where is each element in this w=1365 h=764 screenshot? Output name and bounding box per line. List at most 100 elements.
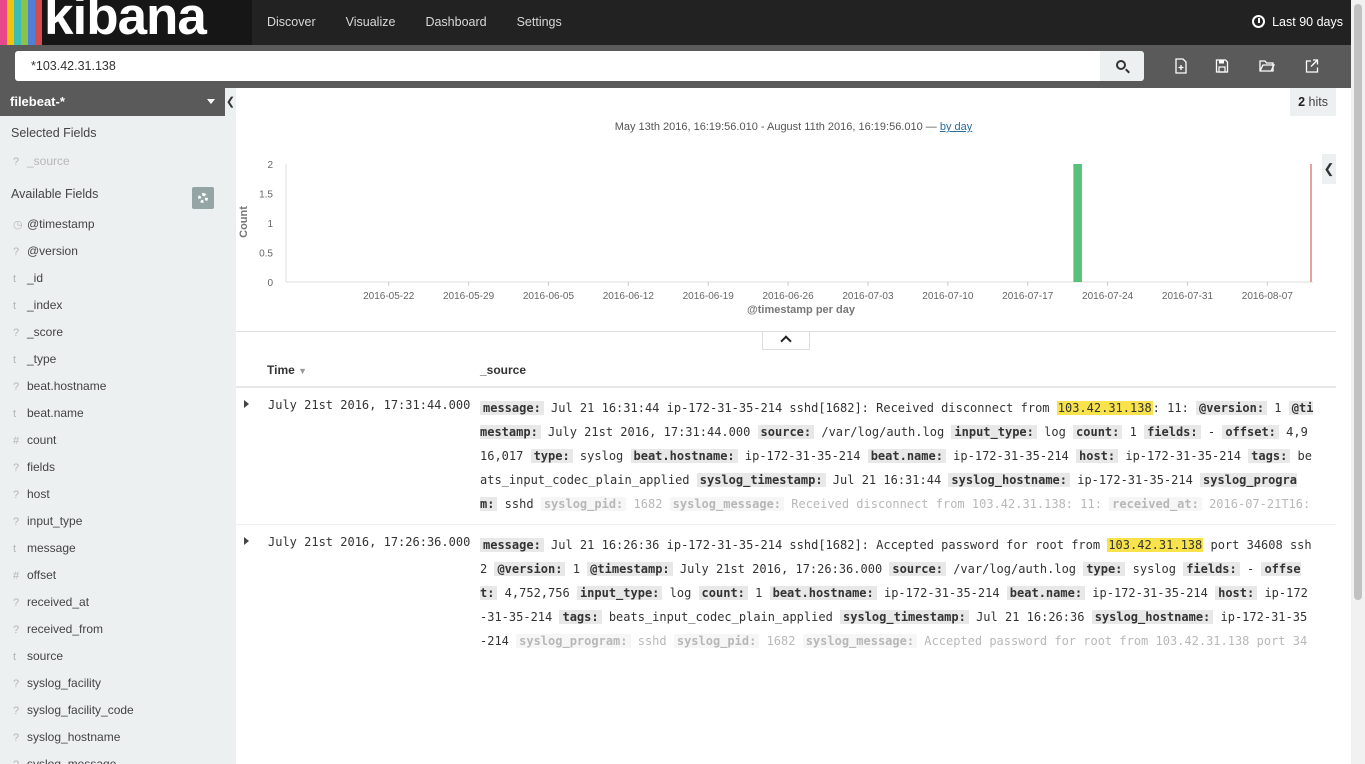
search-highlight: 103.42.31.138 [1056, 401, 1153, 415]
field-item-source[interactable]: t source [13, 649, 223, 669]
field-item-fields[interactable]: ? fields [13, 460, 223, 480]
source-field-key: @version: [494, 562, 566, 576]
field-name: syslog_message [27, 757, 117, 764]
x-tick-label: 2016-07-10 [922, 291, 974, 302]
field-item-offset[interactable]: # offset [13, 568, 223, 588]
field-name: _type [27, 352, 57, 366]
source-field-key: received_at: [1109, 497, 1202, 511]
source-field-value: syslog [572, 449, 631, 463]
nav-visualize[interactable]: Visualize [331, 0, 411, 45]
source-field-key: message: [480, 401, 544, 415]
y-tick-label: 0 [267, 278, 273, 289]
field-item-received-at[interactable]: ? received_at [13, 595, 223, 615]
field-item-beat-hostname[interactable]: ? beat.hostname [13, 379, 223, 399]
source-field-key: syslog_hostname: [948, 473, 1070, 487]
field-item-input-type[interactable]: ? input_type [13, 514, 223, 534]
gear-icon[interactable] [192, 187, 214, 209]
nav-discover[interactable]: Discover [252, 0, 331, 45]
y-tick-label: 2 [267, 160, 273, 171]
field-name: syslog_facility_code [27, 703, 134, 717]
expand-row-icon[interactable] [244, 537, 249, 545]
search-input[interactable] [15, 51, 1100, 81]
interval-link[interactable]: by day [940, 121, 972, 133]
field-item-syslog-facility-code[interactable]: ? syslog_facility_code [13, 703, 223, 723]
search-highlight: 103.42.31.138 [1107, 538, 1204, 552]
source-field-value: : 11: [1152, 401, 1197, 415]
hits-label: hits [1308, 95, 1328, 109]
source-field-key: @timestamp: [587, 562, 673, 576]
field-item-syslog-hostname[interactable]: ? syslog_hostname [13, 730, 223, 750]
source-field-value: Jul 21 16:26:36 [968, 610, 1092, 624]
field-sidebar: filebeat-* ❮ Selected Fields ? _source Av… [0, 88, 236, 764]
collapse-chart-toggle[interactable] [762, 332, 810, 350]
source-field-key: input_type: [951, 425, 1037, 439]
field-item-syslog-facility[interactable]: ? syslog_facility [13, 676, 223, 696]
y-tick-label: 1.5 [259, 190, 273, 201]
search-button[interactable] [1100, 51, 1144, 81]
brand-name: kibana [44, 0, 207, 45]
field-name: message [27, 541, 76, 555]
source-field-value: 1 [1267, 401, 1289, 415]
field-name: @version [27, 244, 78, 258]
source-field-key: fields: [1183, 562, 1240, 576]
x-tick-label: 2016-06-19 [683, 291, 735, 302]
field-item-score[interactable]: ? _score [13, 325, 223, 345]
y-axis-label: Count [238, 206, 250, 238]
source-field-value: 1 [747, 586, 770, 600]
selected-fields-heading: Selected Fields [11, 126, 97, 140]
x-tick-label: 2016-05-22 [363, 291, 415, 302]
field-item-type[interactable]: t _type [13, 352, 223, 372]
field-type-icon: ? [13, 489, 20, 501]
row-time: July 21st 2016, 17:26:36.000 [268, 535, 471, 549]
source-field-key: source: [889, 562, 946, 576]
field-item-count[interactable]: # count [13, 433, 223, 453]
open-search-icon[interactable] [1259, 58, 1275, 74]
field-item-host[interactable]: ? host [13, 487, 223, 507]
y-tick-label: 0.5 [259, 249, 273, 260]
y-tick-label: 1 [267, 219, 273, 230]
field-item-version[interactable]: ? @version [13, 244, 223, 264]
main-nav: Discover Visualize Dashboard Settings [252, 0, 577, 45]
field-item-syslog-message[interactable]: ?syslog_message [13, 757, 223, 764]
source-field-key: count: [698, 586, 748, 600]
sort-caret-icon: ▼ [298, 366, 308, 376]
source-field-value: log [662, 586, 699, 600]
expand-row-icon[interactable] [244, 400, 249, 408]
save-search-icon[interactable] [1215, 58, 1229, 74]
field-item-timestamp[interactable]: ◷ @timestamp [13, 217, 223, 237]
field-type-icon: ? [13, 597, 20, 609]
nav-settings[interactable]: Settings [502, 0, 577, 45]
field-item-id[interactable]: t _id [13, 271, 223, 291]
nav-dashboard[interactable]: Dashboard [410, 0, 501, 45]
page-scrollbar[interactable] [1351, 0, 1365, 764]
caret-down-icon [207, 99, 215, 104]
field-name: source [27, 649, 64, 663]
source-field-value: - [1200, 425, 1223, 439]
field-type-icon: # [13, 435, 20, 447]
column-header-time[interactable]: Time ▼ [267, 363, 307, 377]
new-search-icon[interactable] [1174, 58, 1188, 74]
index-pattern-label: filebeat-* [10, 94, 65, 109]
collapse-sidebar-icon[interactable]: ❮ [225, 88, 236, 116]
field-item-beat-name[interactable]: t beat.name [13, 406, 223, 426]
row-source: message: Jul 21 16:26:36 ip-172-31-35-21… [480, 533, 1314, 651]
x-tick-label: 2016-07-31 [1162, 291, 1214, 302]
source-field-value: beats_input_codec_plain_applied [601, 610, 841, 624]
field-type-icon: ? [13, 516, 20, 528]
source-field-value: Jul 21 16:31:44 [825, 473, 949, 487]
share-search-icon[interactable] [1305, 58, 1319, 74]
source-field-value: log [1036, 425, 1074, 439]
logo-stripe [0, 0, 7, 45]
time-picker[interactable]: Last 90 days [1252, 0, 1343, 45]
field-item-received-from[interactable]: ? received_from [13, 622, 223, 642]
top-navbar: kibana Discover Visualize Dashboard Sett… [0, 0, 1365, 45]
field-item-message[interactable]: t message [13, 541, 223, 561]
kibana-logo[interactable]: kibana [0, 0, 252, 45]
selected-field-source[interactable]: ? _source [13, 154, 223, 174]
row-source: message: Jul 21 16:31:44 ip-172-31-35-21… [480, 396, 1314, 514]
scrollbar-thumb[interactable] [1354, 4, 1362, 600]
index-pattern-selector[interactable]: filebeat-* [0, 88, 225, 116]
discover-main: 2 hits May 13th 2016, 16:19:56.010 - Aug… [236, 88, 1351, 764]
source-field-value: Received disconnect from 103.42.31.138: … [784, 497, 1110, 511]
field-item-index[interactable]: t _index [13, 298, 223, 318]
